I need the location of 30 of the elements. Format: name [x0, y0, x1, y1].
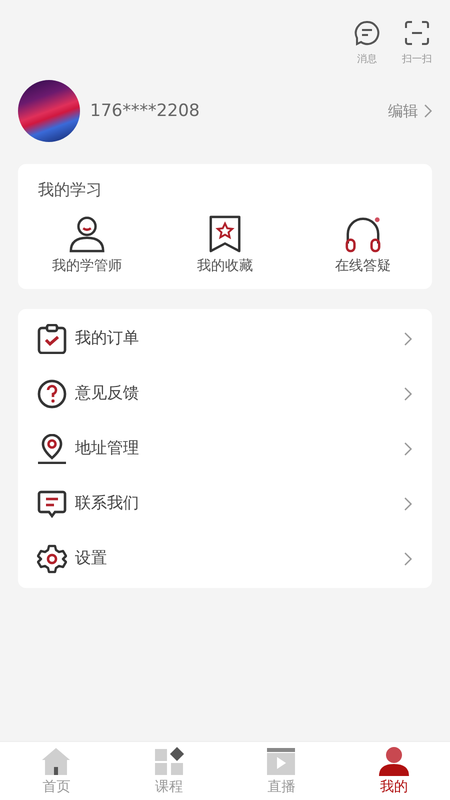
tab[interactable]: 我的 — [338, 742, 450, 800]
menu-item[interactable]: 意见反馈 — [18, 366, 432, 421]
chevron-right-icon — [404, 386, 412, 400]
settings-icon — [37, 544, 67, 574]
headphones-icon — [344, 215, 382, 253]
question-icon — [37, 378, 67, 408]
chevron-right-icon — [404, 552, 412, 566]
house-icon — [41, 746, 72, 776]
message-icon — [37, 488, 67, 518]
location-pin-icon — [37, 434, 67, 464]
menu-item[interactable]: 设置 — [18, 531, 432, 586]
person-icon — [68, 215, 106, 253]
menu-item[interactable]: 地址管理 — [18, 421, 432, 476]
chevron-right-icon — [424, 104, 432, 118]
menu-item[interactable]: 联系我们 — [18, 476, 432, 531]
menu-item[interactable]: 我的订单 — [18, 311, 432, 366]
video-clapper-icon — [266, 746, 296, 776]
phone-number: 176****2208 — [90, 101, 201, 121]
clipboard-check-icon — [37, 324, 67, 354]
study-shortcut[interactable]: 我的收藏 — [156, 215, 294, 275]
study-shortcut[interactable]: 在线答疑 — [294, 215, 432, 275]
section-title: 我的学习 — [37, 180, 103, 201]
scan-icon — [404, 20, 430, 46]
chat-bubble-icon — [354, 20, 380, 46]
grid-icon — [154, 746, 184, 776]
study-shortcut[interactable]: 我的学管师 — [18, 215, 156, 275]
chevron-right-icon — [404, 496, 412, 510]
chevron-right-icon — [404, 442, 412, 456]
person-icon — [378, 746, 409, 776]
chevron-right-icon — [404, 332, 412, 346]
